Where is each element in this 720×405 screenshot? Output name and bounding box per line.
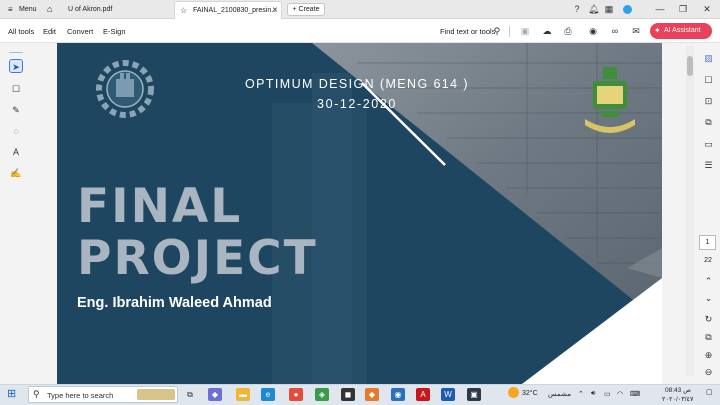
copy-page-icon[interactable]: ⧉ bbox=[703, 332, 714, 343]
thumbnail-panel-icon[interactable]: ▨ bbox=[703, 53, 714, 64]
toolbar-handle bbox=[9, 52, 23, 53]
profile-avatar[interactable] bbox=[623, 5, 632, 14]
comment-tool-icon[interactable]: ☐ bbox=[9, 82, 23, 96]
taskbar-search-input[interactable]: ⚲ Type here to search bbox=[28, 386, 178, 403]
word-app-icon[interactable]: W bbox=[441, 388, 455, 401]
zoom-in-icon[interactable]: ⊕ bbox=[703, 350, 714, 361]
menu-e-sign[interactable]: E-Sign bbox=[103, 27, 126, 36]
total-pages: 22 bbox=[704, 257, 712, 264]
lasso-tool-icon[interactable]: ◌ bbox=[9, 124, 23, 138]
volume-icon[interactable]: 🔊︎ bbox=[591, 390, 595, 398]
weather-temperature[interactable]: 32°C bbox=[522, 390, 538, 397]
app-icon-orange[interactable]: ◆ bbox=[365, 388, 379, 401]
tab-bar: ≡ Menu ⌂ U of Akron.pdf ☆ FAINAL_2100830… bbox=[0, 0, 720, 19]
copilot-app-icon[interactable]: ◆ bbox=[208, 388, 222, 401]
ai-sparkle-icon: ✦ bbox=[654, 26, 661, 35]
faculty-of-engineering-logo bbox=[95, 59, 155, 119]
share-contacts-icon[interactable]: ◉ bbox=[588, 26, 598, 36]
star-icon[interactable]: ☆ bbox=[180, 6, 187, 15]
help-icon[interactable]: ? bbox=[572, 4, 582, 14]
chrome-browser-icon[interactable]: ● bbox=[289, 388, 303, 401]
store-app-icon[interactable]: ◈ bbox=[315, 388, 329, 401]
minimize-icon[interactable]: — bbox=[655, 4, 665, 14]
search-highlight-image bbox=[137, 389, 175, 400]
clock-time[interactable]: 08:43 ص bbox=[665, 386, 691, 394]
copy-icon[interactable]: ⧉ bbox=[703, 117, 714, 128]
slide-title-project: PROJECT bbox=[77, 231, 318, 286]
divider bbox=[509, 26, 510, 37]
save-icon[interactable]: ▣ bbox=[520, 26, 530, 36]
app-icon-slate[interactable]: ▣ bbox=[467, 388, 481, 401]
menu-convert[interactable]: Convert bbox=[67, 27, 93, 36]
ai-assistant-button[interactable]: ✦ AI Assistant bbox=[650, 23, 712, 39]
tab-fainal-presentation[interactable]: ☆ FAINAL_2100830_presin... ✕ bbox=[174, 1, 282, 19]
plus-icon: + bbox=[292, 6, 297, 13]
apps-grid-icon[interactable]: ▦ bbox=[604, 4, 614, 14]
task-view-icon[interactable]: ⧉ bbox=[183, 388, 197, 401]
home-icon[interactable]: ⌂ bbox=[47, 4, 52, 14]
close-window-icon[interactable]: ✕ bbox=[702, 4, 712, 14]
menu-all-tools[interactable]: All tools bbox=[8, 27, 34, 36]
search-icon[interactable]: ⚲ bbox=[492, 26, 502, 36]
file-explorer-icon[interactable]: ▬ bbox=[236, 388, 250, 401]
wifi-icon[interactable]: ◠ bbox=[617, 390, 623, 398]
battery-icon[interactable]: ▭ bbox=[604, 390, 611, 398]
windows-start-icon[interactable]: ⊞ bbox=[7, 389, 16, 400]
weather-sun-icon[interactable] bbox=[508, 387, 519, 398]
page-down-icon[interactable]: ⌄ bbox=[703, 293, 714, 304]
author-name: Eng. Ibrahim Waleed Ahmad bbox=[77, 295, 272, 311]
zoom-out-icon[interactable]: ⊖ bbox=[703, 367, 714, 378]
menu-label[interactable]: Menu bbox=[19, 6, 37, 13]
vertical-scrollbar[interactable] bbox=[686, 46, 694, 376]
hamburger-icon[interactable]: ≡ bbox=[8, 5, 13, 14]
tab-u-of-akron[interactable]: U of Akron.pdf bbox=[62, 1, 172, 19]
find-text-or-tools[interactable]: Find text or tools bbox=[440, 27, 495, 36]
current-page-input[interactable]: 1 bbox=[699, 235, 716, 250]
presentation-date: 30-12-2020 bbox=[317, 97, 397, 111]
search-placeholder: Type here to search bbox=[47, 391, 114, 400]
course-title: OPTIMUM DESIGN (MENG 614 ) bbox=[245, 77, 469, 91]
image-panel-icon[interactable]: ▭ bbox=[703, 139, 714, 150]
app-icon-dark[interactable]: ◼ bbox=[341, 388, 355, 401]
comments-panel-icon[interactable]: ☐ bbox=[703, 75, 714, 86]
pen-tool-icon[interactable]: ✎ bbox=[9, 103, 23, 117]
weather-condition: مشمس bbox=[548, 391, 571, 398]
keyboard-language-icon[interactable]: ⌨ bbox=[630, 390, 640, 398]
rotate-refresh-icon[interactable]: ↻ bbox=[703, 314, 714, 325]
page-up-icon[interactable]: ⌃ bbox=[703, 276, 714, 287]
close-tab-icon[interactable]: ✕ bbox=[272, 6, 278, 14]
app-icon-blue[interactable]: ◉ bbox=[391, 388, 405, 401]
bookmarks-panel-icon[interactable]: ⊡ bbox=[703, 96, 714, 107]
tab-title: FAINAL_2100830_presin... bbox=[193, 7, 278, 14]
select-tool-icon[interactable]: ➤ bbox=[9, 59, 23, 73]
link-icon[interactable]: ∞ bbox=[610, 26, 620, 36]
slide-title-final: FINAL bbox=[77, 179, 243, 234]
search-icon: ⚲ bbox=[33, 389, 40, 399]
notification-bell-icon[interactable]: 🔔︎ bbox=[588, 4, 599, 14]
notifications-icon[interactable]: ▢ bbox=[706, 388, 713, 396]
university-emblem-logo bbox=[579, 59, 641, 139]
pdf-page-slide: OPTIMUM DESIGN (MENG 614 ) 30-12-2020 FI… bbox=[57, 43, 662, 384]
ai-assistant-label: AI Assistant bbox=[664, 27, 701, 34]
print-icon[interactable]: ⎙ bbox=[563, 26, 573, 36]
scrollbar-thumb[interactable] bbox=[687, 56, 693, 76]
create-button[interactable]: + Create bbox=[287, 3, 325, 16]
menu-bar: All tools Edit Convert E-Sign Find text … bbox=[0, 19, 720, 43]
stamp-tool-icon[interactable]: ✍ bbox=[9, 166, 23, 180]
upload-cloud-icon[interactable]: ☁ bbox=[542, 26, 552, 36]
create-label: Create bbox=[298, 6, 320, 13]
layers-panel-icon[interactable]: ☰ bbox=[703, 160, 714, 171]
acrobat-reader-icon[interactable]: A bbox=[416, 388, 430, 401]
edge-browser-icon[interactable]: e bbox=[261, 388, 275, 401]
menu-edit[interactable]: Edit bbox=[43, 27, 56, 36]
show-hidden-icons-icon[interactable]: ⌃ bbox=[578, 390, 584, 398]
mail-icon[interactable]: ✉ bbox=[631, 26, 641, 36]
tab-title: U of Akron.pdf bbox=[68, 6, 113, 13]
clock-date[interactable]: ٢٠٢٠/٠٣/٤٧ bbox=[662, 395, 694, 403]
text-tool-icon[interactable]: A bbox=[9, 145, 23, 159]
restore-icon[interactable]: ❐ bbox=[678, 4, 688, 14]
